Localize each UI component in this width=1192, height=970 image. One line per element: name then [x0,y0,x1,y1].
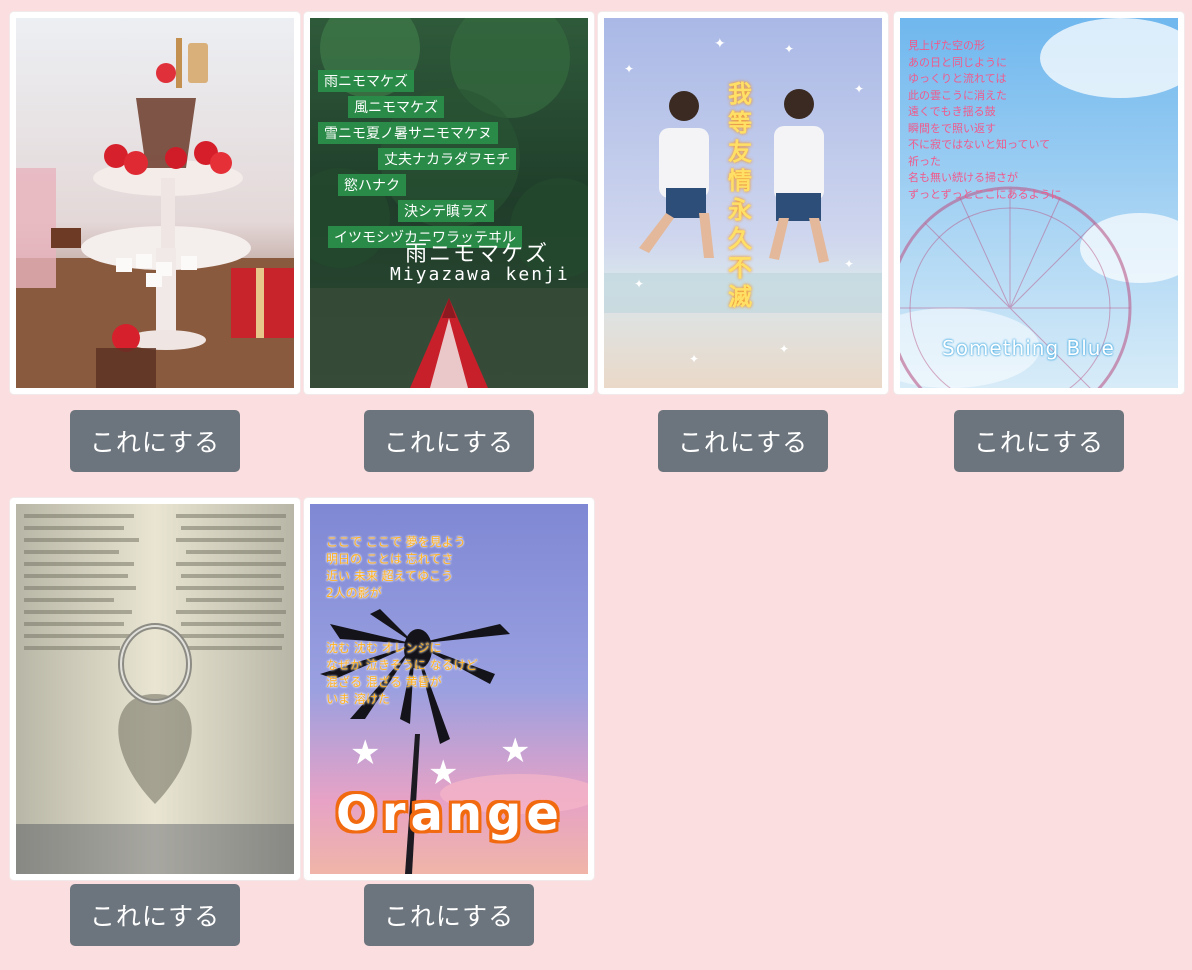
poem-line: ずっとずっとここにあるように [908,187,1062,201]
beach-jump-image[interactable]: ✦ ✦ ✦ ✦ ✦ ✦ ✦ ✦ 我等友情永久不滅 [604,18,882,388]
poem-line: ここで ここで 夢を見よう [326,535,466,549]
select-button[interactable]: これにする [70,884,240,946]
poem-line: 決シテ瞋ラズ [398,200,494,222]
svg-text:✦: ✦ [854,82,864,96]
poem-line: 慾ハナク [338,174,406,196]
poem-line: 風ニモマケズ [348,96,444,118]
template-card-something-blue: 見上げた空の形 あの日と同じように ゆっくりと流れては 此の雲こうに消えた 遠く… [894,12,1184,472]
poem-line: 祈った [908,154,941,168]
poem-line: なぜか 泣きそうに なるけど [326,658,478,672]
svg-text:✦: ✦ [689,352,699,366]
svg-text:★: ★ [350,733,380,773]
template-card-orange: ★ ★ ★ ここで ここで 夢を見よう 明日の ことは 忘れてさ 近い 未来 超… [304,498,594,946]
poem-lines: ここで ここで 夢を見よう 明日の ことは 忘れてさ 近い 未来 超えてゆこう … [326,534,586,708]
poem-line: 明日の ことは 忘れてさ [326,552,454,566]
template-thumbnail-frame[interactable]: 雨ニモマケズ 風ニモマケズ 雪ニモ夏ノ暑サニモマケヌ 丈夫ナカラダヲモチ 慾ハナ… [304,12,594,394]
svg-text:✦: ✦ [624,62,634,76]
book-ring-image[interactable] [16,504,294,874]
poster-title: Something Blue [942,336,1115,360]
poem-line: 沈む 沈む オレンジに [326,641,442,655]
poem-lines: 見上げた空の形 あの日と同じように ゆっくりと流れては 此の雲こうに消えた 遠く… [908,38,1173,203]
svg-text:★: ★ [500,731,530,771]
poem-line: 瞬間をで照い返す [908,121,996,135]
poem-line: 此の雲こうに消えた [908,88,1007,102]
template-card-book-ring: これにする [10,498,300,946]
select-button[interactable]: これにする [364,884,534,946]
template-thumbnail-frame[interactable]: ✦ ✦ ✦ ✦ ✦ ✦ ✦ ✦ 我等友情永久不滅 [598,12,888,394]
ferris-wheel-sky-image[interactable]: 見上げた空の形 あの日と同じように ゆっくりと流れては 此の雲こうに消えた 遠く… [900,18,1178,388]
svg-text:✦: ✦ [714,36,726,52]
poster-subtitle: Miyazawa kenji [390,264,570,285]
select-button[interactable]: これにする [658,410,828,472]
template-card-ame-ni-mo-makezu: 雨ニモマケズ 風ニモマケズ 雪ニモ夏ノ暑サニモマケヌ 丈夫ナカラダヲモチ 慾ハナ… [304,12,594,472]
poster-title: Orange [336,786,564,842]
svg-text:✦: ✦ [844,257,854,271]
template-thumbnail-frame[interactable]: ★ ★ ★ ここで ここで 夢を見よう 明日の ことは 忘れてさ 近い 未来 超… [304,498,594,880]
poem-line: 遠くでもき揺る鼓 [908,105,996,118]
svg-text:✦: ✦ [634,277,644,291]
forest-kayak-image[interactable]: 雨ニモマケズ 風ニモマケズ 雪ニモ夏ノ暑サニモマケヌ 丈夫ナカラダヲモチ 慾ハナ… [310,18,588,388]
poem-line: ゆっくりと流れては [908,72,1007,85]
template-card-friendship: ✦ ✦ ✦ ✦ ✦ ✦ ✦ ✦ 我等友情永久不滅 これにする [598,12,888,472]
template-grid: これにする 雨ニモマケズ 風ニモマケズ 雪ニモ夏ノ暑サニモマケヌ 丈夫ナカラダヲ… [0,0,1192,970]
poster-vertical-title: 我等友情永久不滅 [728,80,752,311]
select-button[interactable]: これにする [70,410,240,472]
svg-text:✦: ✦ [779,342,789,356]
poem-line: 不に寂ではないと知っていて [908,138,1051,151]
poem-lines: 雨ニモマケズ 風ニモマケズ 雪ニモ夏ノ暑サニモマケヌ 丈夫ナカラダヲモチ 慾ハナ… [318,68,583,250]
poem-line: 雨ニモマケズ [318,70,414,92]
poem-line: 雪ニモ夏ノ暑サニモマケヌ [318,122,498,144]
template-thumbnail-frame[interactable] [10,498,300,880]
select-button[interactable]: これにする [364,410,534,472]
poem-line: 見上げた空の形 [908,39,985,52]
template-thumbnail-frame[interactable]: 見上げた空の形 あの日と同じように ゆっくりと流れては 此の雲こうに消えた 遠く… [894,12,1184,394]
template-card-dessert: これにする [10,12,300,472]
poem-line: 混ざる 混ざる 黄昏が [326,675,442,689]
palm-sunset-image[interactable]: ★ ★ ★ ここで ここで 夢を見よう 明日の ことは 忘れてさ 近い 未来 超… [310,504,588,874]
select-button[interactable]: これにする [954,410,1124,472]
svg-text:✦: ✦ [784,42,794,56]
template-thumbnail-frame[interactable] [10,12,300,394]
poem-line: 丈夫ナカラダヲモチ [378,148,516,170]
poem-line: 近い 未来 超えてゆこう [326,569,454,583]
poem-line: いま 溶けた [326,692,390,706]
poem-line: 名も無い続ける掃さが [908,171,1018,184]
dessert-image[interactable] [16,18,294,388]
poem-line: あの日と同じように [908,55,1007,69]
poem-line: 2人の影が [326,586,382,600]
